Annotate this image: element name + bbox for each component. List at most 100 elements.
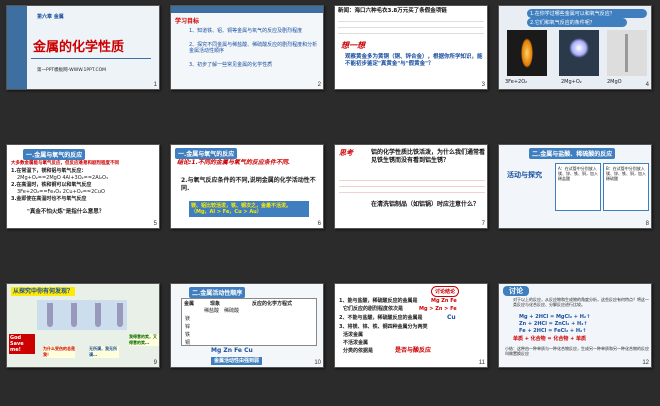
row-zn: 锌 [185,324,191,330]
point-1: 1.在常温下，镁和铝与氧气反应： [11,168,87,174]
quote-question: "真金不怕火炼"是指什么意思？ [27,209,105,215]
slide-decor [7,6,27,89]
slide-heading: 从探究中你有何发现？ [11,287,76,296]
think-label: 思考 [339,149,353,157]
answer-2: Mg > Zn > Fe [419,306,457,312]
slide-number: 2 [317,82,321,88]
slide-heading: 一.金属与氧气的反应 [175,148,238,159]
equation-line-2: 3Fe+2O₂==Fe₃O₄ 2Cu+O₂==2CuO [17,189,105,195]
slide-thumbnail-6[interactable]: 一.金属与氧气的反应 结论:1.不同的金属与氧气的反应条件不同. 2.与氧气反应… [170,144,324,229]
point-2: 2.在高温时，铁和铜可以和氧气反应 [11,182,92,188]
magnesium-ribbon-image [607,30,647,76]
objective-item-3: 3、初步了解一些常见金属的化学性质 [189,62,273,68]
slide-number: 10 [314,360,321,366]
class-active: 活泼金属 [343,332,364,338]
row-mg: 镁 [185,316,191,322]
order-footer: 金属活动性由强到弱 [211,357,263,365]
conclusion-2: 2.与氧气反应条件的不同,说明金属的化学活动性不同. [181,177,316,192]
chapter-label: 第六章 金属 [37,14,64,20]
discussion-bubble: 讨论结论 [431,286,460,297]
slide-number: 5 [153,221,157,227]
equation-iron: 3Fe+2O₂ [505,79,528,85]
question-pill-1: 1.在你学过哪些金属可以和氧气反应？ [527,9,647,18]
intro-line: 大多数金属能与氧气反应，但反应难易和剧烈程度不同 [11,161,119,166]
summary-text: 小结：这种由一种单质与一种化合物反应，生成另一种单质和另一种化合物的反应叫做置换… [505,346,649,356]
question-text: 铝的化学性质比铁活泼，为什么我们通常看见铁生锈而没有看到铝生锈？ [371,149,486,164]
slide-thumbnail-1[interactable]: 第六章 金属 金属的化学性质 第一PPT模板网-WWW.1PPT.COM 1 [6,5,160,90]
experiment-box-b: B：在试管中分别放入镁、锌、铁、铜，加入稀硫酸 [603,163,649,211]
row-fe: 铁 [185,332,191,338]
slide-heading: 讨论 [503,286,529,296]
equation-mg: Mg + 2HCl = MgCl₂ + H₂↑ [519,314,591,320]
equation-mgo: 2MgO [607,79,622,85]
slide-thumbnail-9[interactable]: 从探究中你有何发现？ God Save me! 为什么受伤的总是我！ 无所谓，我… [6,283,160,368]
followup-question: 在清洗铝制品（如铝锅）时应注意什么？ [371,201,480,208]
speech-label-3: 无所谓，我无所谓… [89,346,119,358]
col-metal: 金属 [184,301,195,307]
slide-number: 9 [153,360,157,366]
experiment-box-a: A：在试管中分别放入镁、锌、铁、铜，加入稀盐酸 [555,163,601,211]
line-basis: 分类的依据是 [343,348,374,354]
slide-number: 1 [153,82,157,88]
slide-number: 8 [645,221,649,227]
speech-label-4: 我得意的笑，又得意的笑… [129,334,159,346]
sub-hcl: 稀盐酸 [204,308,220,314]
footer-text: 第一PPT模板网-WWW.1PPT.COM [37,68,107,73]
slide-heading: 二.金属活动性顺序 [189,287,246,298]
slide-thumbnail-12[interactable]: 讨论 对于以上的反应，从反应物和生成物的角度分析，这些反应有何特点？将这一类反应… [498,283,652,368]
explanation-body [339,175,485,197]
slide-thumbnail-5[interactable]: 一.金属与氧气的反应 大多数金属能与氧气反应，但反应难易和剧烈程度不同 1.在常… [6,144,160,229]
line-1: 1、能与盐酸，稀硫酸反应的金属是 [339,298,418,304]
conclusion-1: 结论:1.不同的金属与氧气的反应条件不同. [177,159,291,166]
equation-mg: 2Mg+O₂ [561,79,582,85]
speech-label-2: 为什么受伤的总是我！ [43,346,75,358]
reaction-table: 金属 现象 反应的化学方程式 稀盐酸 稀硫酸 镁 锌 铁 铜 [181,298,317,346]
col-phenomenon: 现象 [210,301,221,307]
slide-thumbnail-4[interactable]: 1.在你学过哪些金属可以和氧气反应？ 2.它们和氧气反应的条件呢？ 3Fe+2O… [498,5,652,90]
slide-number: 11 [478,360,485,366]
objective-item-2: 2、探究不同金属与稀盐酸、稀硫酸反应的剧烈程度和分析金属活动性顺序 [189,42,318,54]
class-inactive: 不活泼金属 [343,340,369,346]
slide-number: 6 [317,221,321,227]
slide-title: 金属的化学性质 [33,40,125,55]
question-text: 观察黄金多为黄铜（铜、锌合金），根据你所学知识，能不能初步鉴定"真黄金"与"假黄… [345,54,483,67]
slide-thumbnail-2[interactable]: 学习目标 1、知道铁、铝、铜等金属与氧气的反应及剧烈程度 2、探究不同金属与稀盐… [170,5,324,90]
slide-thumbnail-11[interactable]: 讨论结论 1、能与盐酸，稀硫酸反应的金属是 Mg Zn Fe 它们反应的剧烈程度… [334,283,488,368]
slide-thumbnail-10[interactable]: 二.金属活动性顺序 金属 现象 反应的化学方程式 稀盐酸 稀硫酸 镁 锌 铁 铜… [170,283,324,368]
think-label: 想一想 [341,41,365,50]
activity-order: Mg Zn Fe Cu [211,347,253,354]
activity-label: 活动与探究 [507,171,542,179]
slide-decor [171,6,323,13]
equation-zn: Zn + 2HCl = ZnCl₂ + H₂↑ [519,321,588,327]
slide-number: 7 [481,221,485,227]
activity-highlight: 镁、铝比较活泼，铁、铜次之，金最不活泼。（Mg，Al > Fe，Cu > Au） [189,201,309,217]
line-2: 它们反应的剧烈程度依次是 [343,306,404,312]
slide-thumbnail-3[interactable]: 新闻：海口六种毛衣3.8万元买了条假金项链 想一想 观察黄金多为黄铜（铜、锌合金… [334,5,488,90]
slide-number: 12 [642,360,649,366]
iron-burning-image [507,30,547,76]
divider [31,58,151,59]
sub-h2so4: 稀硫酸 [224,308,240,314]
point-3: 3.金即使在高温时也不与氧气反应 [11,196,87,202]
col-equation: 反应的化学方程式 [252,301,293,307]
question-pill-2: 2.它们和氧气反应的条件呢？ [527,18,627,27]
slide-heading: 一.金属与氧气的反应 [23,149,86,160]
row-cu: 铜 [185,340,191,346]
slide-thumbnail-8[interactable]: 二.金属与盐酸、稀硫酸的反应 活动与探究 A：在试管中分别放入镁、锌、铁、铜，加… [498,144,652,229]
slide-number: 4 [645,82,649,88]
magnesium-burning-image [559,30,599,76]
test-tube-image [37,300,127,330]
answer-3: Cu [447,314,456,321]
equation-line-1: 2Mg+O₂==2MgO 4Al+3O₂==2Al₂O₃ [17,175,108,181]
slide-thumbnail-7[interactable]: 思考 铝的化学性质比铁活泼，为什么我们通常看见铁生锈而没有看到铝生锈？ 在清洗铝… [334,144,488,229]
news-headline: 新闻：海口六种毛衣3.8万元买了条假金项链 [338,8,447,14]
discussion-text: 对于以上的反应，从反应物和生成物的角度分析，这些反应有何特点？将这一类反应与化合… [513,297,649,307]
type-labels: 单质 + 化合物 = 化合物 + 单质 [513,336,587,342]
line-3: 2、不能与盐酸，稀硫酸反应的金属是 [339,315,423,321]
answer-basis: 是否与酸反应 [395,347,432,354]
objective-item-1: 1、知道铁、铝、铜等金属与氧气的反应及剧烈程度 [189,28,303,34]
news-body [338,16,484,38]
slide-heading: 学习目标 [175,18,200,25]
slide-number: 3 [481,82,485,88]
speech-label-1: God Save me! [9,334,35,354]
